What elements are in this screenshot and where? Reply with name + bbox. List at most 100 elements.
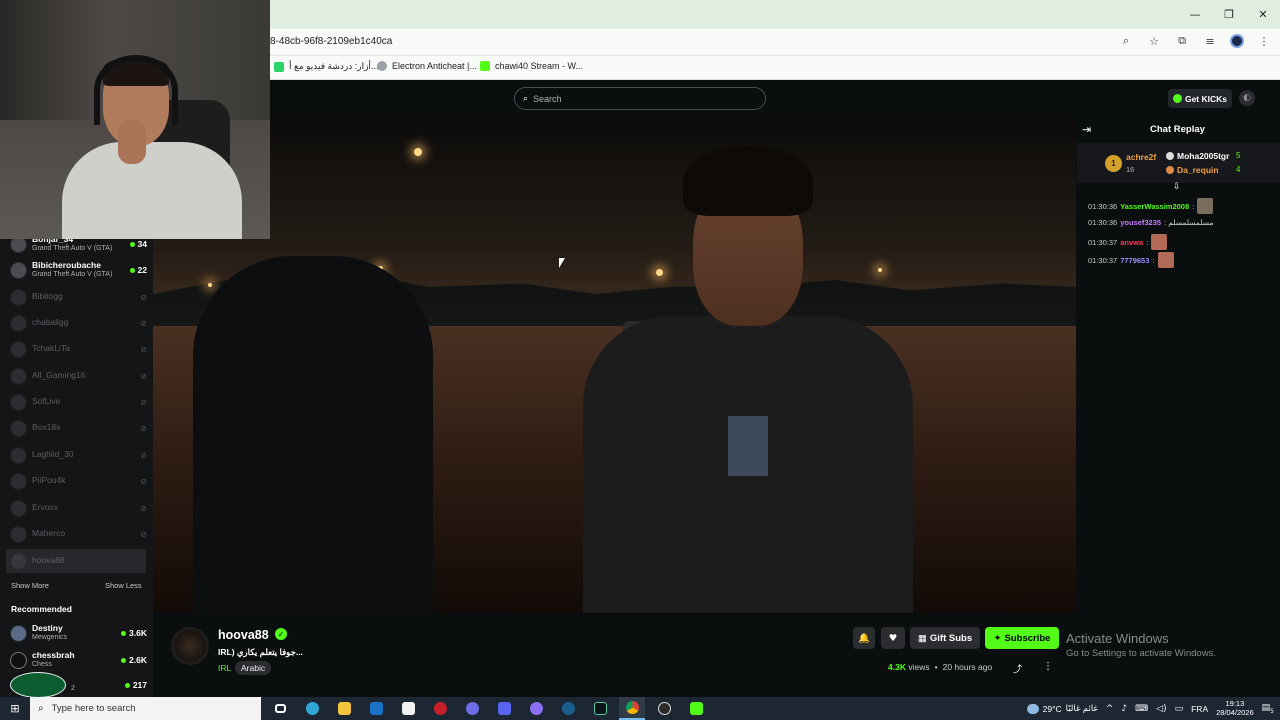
heart-icon: ♥ — [888, 632, 898, 644]
collapse-chat-icon[interactable]: ⇥ — [1082, 123, 1091, 136]
extensions-icon[interactable]: ⧉ — [1174, 33, 1190, 49]
taskbar-search[interactable]: ⌕ Type here to search — [30, 697, 261, 720]
zoom-icon[interactable]: ⌕ — [1118, 33, 1134, 49]
offline-icon: ⊘ — [140, 423, 147, 433]
chevron-up-icon[interactable]: ^ — [1106, 704, 1114, 714]
app-terminal[interactable] — [587, 697, 613, 720]
kick-app[interactable] — [683, 697, 709, 720]
avatar — [10, 446, 27, 464]
clock[interactable]: 19:13 28/04/2026 — [1216, 699, 1254, 717]
get-kicks-button[interactable]: Get KICKs — [1168, 89, 1232, 108]
mail-icon — [369, 702, 383, 715]
mic-icon[interactable]: ♪ — [1121, 704, 1127, 714]
sidebar-item-bibitogg[interactable]: Bibitogg ⊘ — [10, 285, 147, 309]
task-view-icon — [274, 704, 286, 713]
sidebar-recommended-item[interactable]: 2 217 — [10, 672, 147, 698]
gifter-item[interactable]: Da_requin — [1166, 165, 1219, 175]
more-options-icon[interactable]: ⋮ — [1043, 661, 1053, 672]
restore-button[interactable]: ❐ — [1212, 0, 1246, 29]
user-menu-icon[interactable]: ◐ — [1239, 90, 1255, 106]
bookmark-item[interactable]: Electron Anticheat |... — [377, 61, 477, 71]
sidebar-item-maherco[interactable]: Maherco ⊘ — [10, 522, 147, 546]
live-dot-icon — [121, 657, 127, 663]
language-tag[interactable]: Arabic — [235, 661, 272, 675]
steam-app[interactable] — [555, 697, 581, 720]
gift-subs-button[interactable]: ▦ Gift Subs — [910, 627, 980, 649]
task-view-button[interactable] — [267, 697, 293, 720]
sidebar-item-ervoxx[interactable]: Ervoxx ⊘ — [10, 496, 147, 520]
url-field[interactable]: 8-48cb-96f8-2109eb1c40ca — [270, 36, 392, 47]
live-dot-icon — [129, 267, 135, 273]
chat-message: 01:30:37 anvwa : — [1088, 234, 1168, 250]
close-button[interactable]: ✕ — [1246, 0, 1280, 29]
store-app[interactable] — [395, 697, 421, 720]
file-explorer-app[interactable] — [331, 697, 357, 720]
profile-avatar[interactable] — [1230, 34, 1244, 48]
person-shirt — [728, 416, 768, 476]
show-more-link[interactable]: Show More — [11, 581, 49, 590]
edge-app[interactable] — [299, 697, 325, 720]
sidebar-item-piipou4k[interactable]: PiiPou4k ⊘ — [10, 469, 147, 493]
viewer-count: 22 — [129, 265, 147, 275]
share-icon[interactable]: ⤴ — [1013, 662, 1022, 675]
emote-icon — [1151, 234, 1168, 250]
person-hair — [683, 146, 813, 216]
sidebar-item-box18x[interactable]: Box18x ⊘ — [10, 416, 147, 440]
notification-bell-button[interactable]: 🔔 — [853, 627, 875, 649]
bookmark-star-icon[interactable]: ☆ — [1146, 33, 1162, 49]
app-chat[interactable] — [523, 697, 549, 720]
follow-button[interactable]: ♥ — [881, 627, 905, 649]
sidebar-item-tchaklita[interactable]: TchakLiTa ⊘ — [10, 337, 147, 361]
search-icon: ⌕ — [38, 703, 44, 714]
language-indicator[interactable]: FRA — [1191, 704, 1208, 714]
weather-widget[interactable]: 29°C غائم غالبًا — [1026, 703, 1098, 714]
emote-icon — [1197, 198, 1214, 214]
bookmark-item[interactable]: أزار: دردشة فيديو مع أ... — [274, 61, 378, 72]
app-icon — [433, 702, 447, 715]
notification-icon[interactable]: ▤5 — [1262, 703, 1274, 715]
video-person-right — [583, 146, 913, 613]
minimize-button[interactable]: — — [1178, 0, 1212, 29]
sidebar-recommended-chessbrah[interactable]: chessbrah Chess 2.6K — [10, 648, 147, 672]
search-icon: ⌕ — [523, 93, 529, 104]
channel-name[interactable]: hoova88 — [218, 628, 269, 642]
chrome-app[interactable] — [619, 697, 645, 720]
badge-icon — [1166, 152, 1174, 160]
window-controls: — ❐ ✕ — [1178, 0, 1280, 29]
category-link[interactable]: IRL — [218, 663, 231, 673]
bookmark-item[interactable]: chawi40 Stream - W... — [480, 61, 583, 71]
sidebar-item-bibicheroubache[interactable]: Bibicheroubache Grand Theft Auto V (GTA) … — [10, 258, 147, 282]
video-person-left — [193, 256, 433, 613]
live-dot-icon — [121, 630, 127, 636]
top-gifter-name[interactable]: achre2f — [1126, 152, 1156, 162]
sidebar-item-hoova88[interactable]: hoova88 — [6, 549, 146, 573]
gifter-count: 4 — [1236, 165, 1241, 174]
discord-app[interactable] — [491, 697, 517, 720]
network-icon[interactable]: ⌨ — [1135, 704, 1148, 714]
weather-icon — [1026, 703, 1039, 714]
outlook-app[interactable] — [363, 697, 389, 720]
subscribe-button[interactable]: ✦ Subscribe — [985, 627, 1059, 649]
search-input[interactable]: ⌕ Search — [514, 87, 766, 110]
sidebar-item-laghiid-30[interactable]: Laghiid_30 ⊘ — [10, 443, 147, 467]
video-player[interactable] — [153, 116, 1076, 613]
sidebar-recommended-destiny[interactable]: Destiny Mewgenics 3.6K — [10, 621, 147, 645]
channel-avatar[interactable] — [171, 627, 209, 665]
chat-message: 01:30:37 7779653 : — [1088, 252, 1174, 268]
app-red[interactable] — [427, 697, 453, 720]
start-button[interactable]: ⊞ — [0, 697, 30, 720]
offline-icon: ⊘ — [140, 371, 147, 381]
gifter-item[interactable]: Moha2005tgr — [1166, 151, 1229, 161]
sidebar-item-soflive[interactable]: SofLive ⊘ — [10, 390, 147, 414]
volume-icon[interactable]: ◁) — [1156, 704, 1166, 714]
battery-icon[interactable]: ▭ — [1175, 704, 1184, 714]
menu-icon[interactable]: ⋮ — [1256, 33, 1272, 49]
sidebar-item-all-gaming16[interactable]: All_Gaming16 ⊘ — [10, 364, 147, 388]
expand-leaderboard-icon[interactable]: ⇩ — [1173, 182, 1181, 192]
sidebar-item-chaballgg[interactable]: chaballgg ⊘ — [10, 311, 147, 335]
app-purple[interactable] — [459, 697, 485, 720]
obs-app[interactable] — [651, 697, 677, 720]
logo-icon — [10, 672, 66, 698]
show-less-link[interactable]: Show Less — [105, 581, 142, 590]
media-control-icon[interactable]: ≡ — [1202, 33, 1218, 49]
